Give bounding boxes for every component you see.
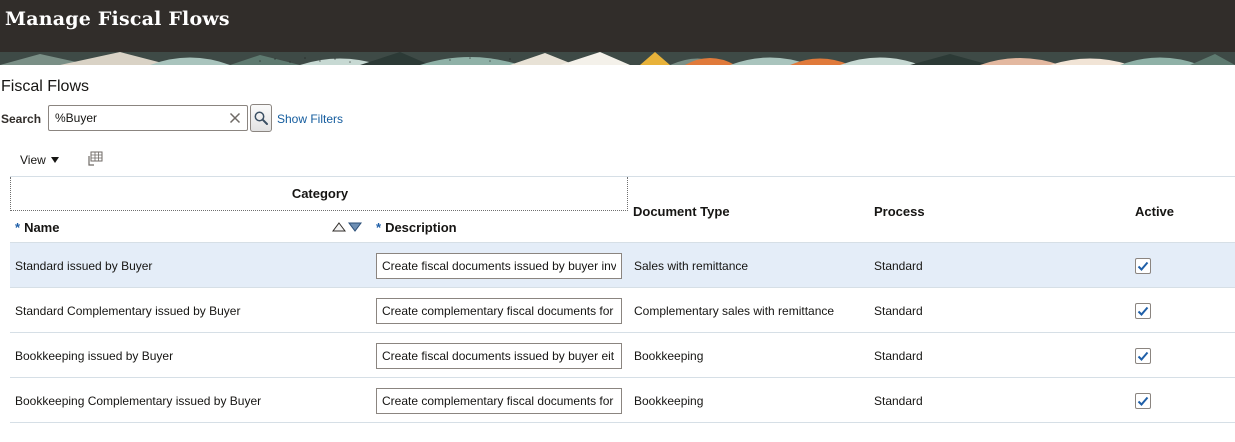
active-checkbox[interactable]	[1135, 302, 1151, 319]
chevron-down-icon	[50, 157, 59, 163]
view-menu-button[interactable]: View	[20, 153, 59, 167]
column-header-document-type[interactable]: Document Type	[633, 204, 730, 219]
active-checkbox[interactable]	[1135, 347, 1151, 364]
search-field	[48, 105, 248, 131]
checkmark-icon	[1137, 351, 1149, 361]
category-column-group: Category	[10, 177, 628, 211]
column-header-description-label: Description	[385, 220, 457, 235]
header-decorative-banner	[0, 52, 1235, 65]
column-header-active[interactable]: Active	[1135, 204, 1174, 219]
search-input[interactable]	[49, 106, 221, 130]
row-document-type: Bookkeeping	[634, 348, 704, 363]
active-checkbox[interactable]	[1135, 392, 1151, 409]
table-row[interactable]: Bookkeeping Complementary issued by Buye…	[10, 378, 1235, 423]
row-document-type: Sales with remittance	[634, 258, 749, 273]
sort-descending-icon[interactable]	[348, 222, 362, 232]
column-header-name-label: Name	[24, 220, 60, 235]
show-filters-link[interactable]: Show Filters	[277, 112, 343, 126]
row-name: Bookkeeping issued by Buyer	[15, 348, 174, 363]
section-title: Fiscal Flows	[1, 78, 90, 95]
checkmark-icon	[1137, 396, 1149, 406]
page-header: Manage Fiscal Flows	[0, 0, 1235, 65]
description-input[interactable]	[376, 297, 622, 324]
search-label: Search	[1, 112, 42, 126]
row-process: Standard	[874, 258, 923, 273]
column-header-name[interactable]: * Name	[15, 220, 59, 235]
row-document-type: Complementary sales with remittance	[634, 303, 835, 318]
row-name: Standard issued by Buyer	[15, 258, 153, 273]
description-input[interactable]	[376, 252, 622, 279]
table-row[interactable]: Standard issued by Buyer Sales with remi…	[10, 243, 1235, 288]
description-input[interactable]	[376, 342, 622, 369]
row-name: Standard Complementary issued by Buyer	[15, 303, 241, 318]
clear-icon[interactable]	[227, 110, 243, 126]
checkmark-icon	[1137, 261, 1149, 271]
table-row[interactable]: Standard Complementary issued by Buyer C…	[10, 288, 1235, 333]
fiscal-flows-table: Category * Name * Description Document Typ…	[10, 176, 1235, 423]
row-document-type: Bookkeeping	[634, 393, 704, 408]
checkmark-icon	[1137, 306, 1149, 316]
column-header-process[interactable]: Process	[874, 204, 925, 219]
row-process: Standard	[874, 393, 923, 408]
sort-ascending-icon[interactable]	[332, 222, 346, 232]
row-process: Standard	[874, 303, 923, 318]
required-icon: *	[376, 220, 382, 235]
required-icon: *	[15, 220, 21, 235]
search-icon	[254, 111, 268, 125]
description-input[interactable]	[376, 387, 622, 414]
table-header: Category * Name * Description Document Typ…	[10, 176, 1235, 243]
freeze-columns-icon[interactable]	[86, 150, 104, 168]
active-checkbox[interactable]	[1135, 257, 1151, 274]
category-group-header: Category	[291, 186, 349, 201]
row-process: Standard	[874, 348, 923, 363]
view-menu-label: View	[20, 153, 46, 167]
column-header-description[interactable]: * Description	[376, 220, 457, 235]
row-name: Bookkeeping Complementary issued by Buye…	[15, 393, 262, 408]
search-button[interactable]	[250, 104, 272, 132]
sort-controls	[332, 222, 362, 232]
table-row[interactable]: Bookkeeping issued by Buyer Bookkeeping …	[10, 333, 1235, 378]
page-title: Manage Fiscal Flows	[5, 8, 230, 30]
